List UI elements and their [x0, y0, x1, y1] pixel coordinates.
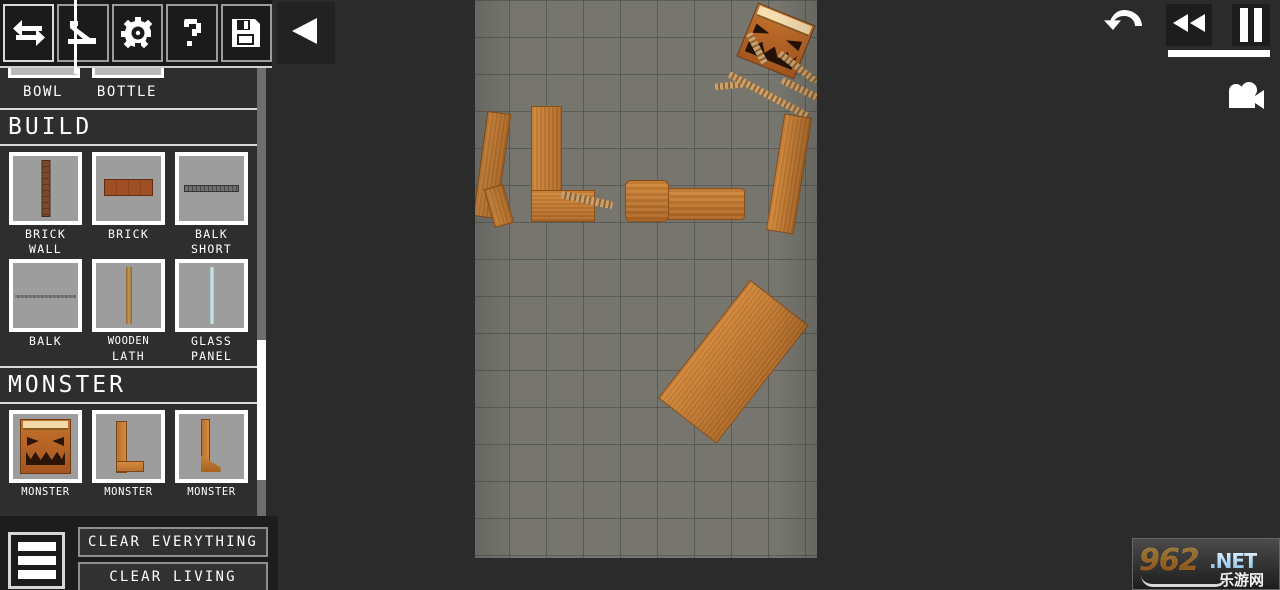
- item-thumb-bowl[interactable]: [8, 68, 80, 78]
- item-balk[interactable]: BALK: [6, 259, 85, 362]
- sidebar-scrollbar-thumb[interactable]: [257, 340, 266, 480]
- pause-button[interactable]: [1232, 4, 1270, 46]
- item-label-brick: BRICK: [107, 227, 150, 241]
- floppy-disk-icon: [231, 18, 261, 48]
- undo-button[interactable]: [1100, 4, 1148, 52]
- back-button[interactable]: [277, 2, 335, 64]
- section-header-build: BUILD: [0, 108, 258, 146]
- item-brick-wall[interactable]: BRICK WALL: [6, 152, 85, 255]
- drag-tool-button[interactable]: [57, 4, 109, 62]
- gear-icon: [120, 16, 155, 50]
- item-balk-short[interactable]: BALK SHORT: [172, 152, 251, 255]
- item-glass-panel[interactable]: GLASS PANEL: [172, 259, 251, 362]
- swap-tool-button[interactable]: [3, 4, 55, 62]
- help-tool-button[interactable]: [166, 4, 218, 62]
- monster-head-left-eye: [753, 23, 771, 38]
- item-monster-l[interactable]: MONSTER: [89, 410, 168, 498]
- item-label-monster-l: MONSTER: [104, 486, 153, 498]
- monster-head-icon: [20, 419, 71, 474]
- balk-short-icon: [183, 185, 240, 193]
- item-label-bowl: BOWL: [22, 84, 64, 100]
- pause-icon: [1240, 8, 1262, 42]
- selection-indicator: [74, 0, 77, 74]
- item-thumb-bottle[interactable]: [92, 68, 164, 78]
- item-label-balk: BALK: [29, 334, 62, 348]
- balk-icon: [14, 294, 77, 298]
- item-label-glass-panel-line2: PANEL: [190, 349, 233, 363]
- drag-hand-icon: [66, 18, 100, 48]
- item-thumb-monster-j[interactable]: [175, 410, 248, 483]
- item-monster-j[interactable]: MONSTER: [172, 410, 251, 498]
- build-item-grid: BRICK WALL BRICK BALK SHORT BALK WOODEN …: [0, 146, 258, 366]
- wooden-lath-icon: [125, 266, 132, 325]
- item-label-wooden-lath-line1: WOODEN: [107, 335, 150, 347]
- question-mark-icon: [181, 17, 203, 49]
- item-thumb-monster-head[interactable]: [9, 410, 82, 483]
- rewind-button[interactable]: [1166, 4, 1212, 46]
- section-title-build: BUILD: [8, 114, 93, 140]
- item-brick[interactable]: BRICK: [89, 152, 168, 255]
- item-thumb-glass-panel[interactable]: [175, 259, 248, 332]
- fallen-log-end[interactable]: [625, 180, 669, 222]
- game-canvas[interactable]: [475, 0, 817, 558]
- item-label-glass-panel-line1: GLASS: [190, 334, 233, 348]
- monster-hand-icon: [201, 455, 221, 473]
- item-thumb-monster-l[interactable]: [92, 410, 165, 483]
- watermark: 962 .NET 乐游网: [1132, 538, 1280, 590]
- item-monster-head[interactable]: MONSTER: [6, 410, 85, 498]
- menu-button[interactable]: [8, 532, 65, 589]
- monster-item-grid: MONSTER MONSTER MONSTER: [0, 404, 258, 502]
- item-thumb-wooden-lath[interactable]: [92, 259, 165, 332]
- save-tool-button[interactable]: [220, 4, 273, 62]
- item-label-balk-short-line2: SHORT: [190, 242, 233, 256]
- speed-slider[interactable]: [1168, 50, 1270, 57]
- camera-button[interactable]: [1224, 82, 1268, 116]
- item-label-brick-wall-line2: WALL: [29, 242, 62, 256]
- item-thumb-brick-wall[interactable]: [9, 152, 82, 225]
- item-label-balk-short-line1: BALK: [195, 227, 228, 241]
- monster-body-plank[interactable]: [658, 279, 809, 444]
- section-header-monster: MONSTER: [0, 366, 258, 404]
- sidebar-scrollbar[interactable]: [257, 68, 266, 516]
- undo-arrow-icon: [1102, 6, 1146, 50]
- monster-diag-rope[interactable]: [727, 71, 811, 120]
- monster-head-right-eye: [784, 36, 802, 51]
- video-camera-icon: [1226, 82, 1266, 116]
- game-screen: BOWL BOTTLE BUILD BRICK WALL BRICK BALK …: [0, 0, 1280, 590]
- clear-everything-button[interactable]: CLEAR EVERYTHING: [78, 527, 268, 557]
- partial-items-row: BOWL BOTTLE: [0, 68, 258, 108]
- rewind-icon: [1171, 11, 1207, 39]
- item-label-bottle: BOTTLE: [96, 84, 158, 100]
- back-triangle-icon: [289, 14, 323, 52]
- item-label-wooden-lath-line2: LATH: [112, 349, 145, 363]
- clear-living-button[interactable]: CLEAR LIVING: [78, 562, 268, 590]
- item-wooden-lath[interactable]: WOODEN LATH: [89, 259, 168, 362]
- watermark-swoosh-icon: [1141, 575, 1227, 587]
- swap-arrows-icon: [12, 18, 46, 48]
- top-toolbar: [0, 0, 273, 68]
- item-label-monster-j: MONSTER: [187, 486, 236, 498]
- brick-icon: [103, 179, 154, 197]
- hamburger-menu-icon: [17, 542, 56, 579]
- settings-tool-button[interactable]: [111, 4, 164, 62]
- brick-wall-icon: [41, 159, 50, 218]
- item-label-monster-head: MONSTER: [21, 486, 70, 498]
- item-thumb-balk-short[interactable]: [175, 152, 248, 225]
- watermark-number: 962: [1139, 543, 1200, 578]
- item-thumb-brick[interactable]: [92, 152, 165, 225]
- fallen-plank-right[interactable]: [765, 113, 813, 235]
- glass-panel-icon: [209, 266, 214, 325]
- item-sidebar[interactable]: BOWL BOTTLE BUILD BRICK WALL BRICK BALK …: [0, 68, 258, 516]
- fallen-plank-left-foot[interactable]: [483, 184, 515, 228]
- monster-foot-icon: [115, 460, 145, 473]
- bottom-bar: CLEAR EVERYTHING CLEAR LIVING: [0, 516, 278, 590]
- item-thumb-balk[interactable]: [9, 259, 82, 332]
- section-title-monster: MONSTER: [8, 372, 126, 398]
- item-label-brick-wall-line1: BRICK: [24, 227, 67, 241]
